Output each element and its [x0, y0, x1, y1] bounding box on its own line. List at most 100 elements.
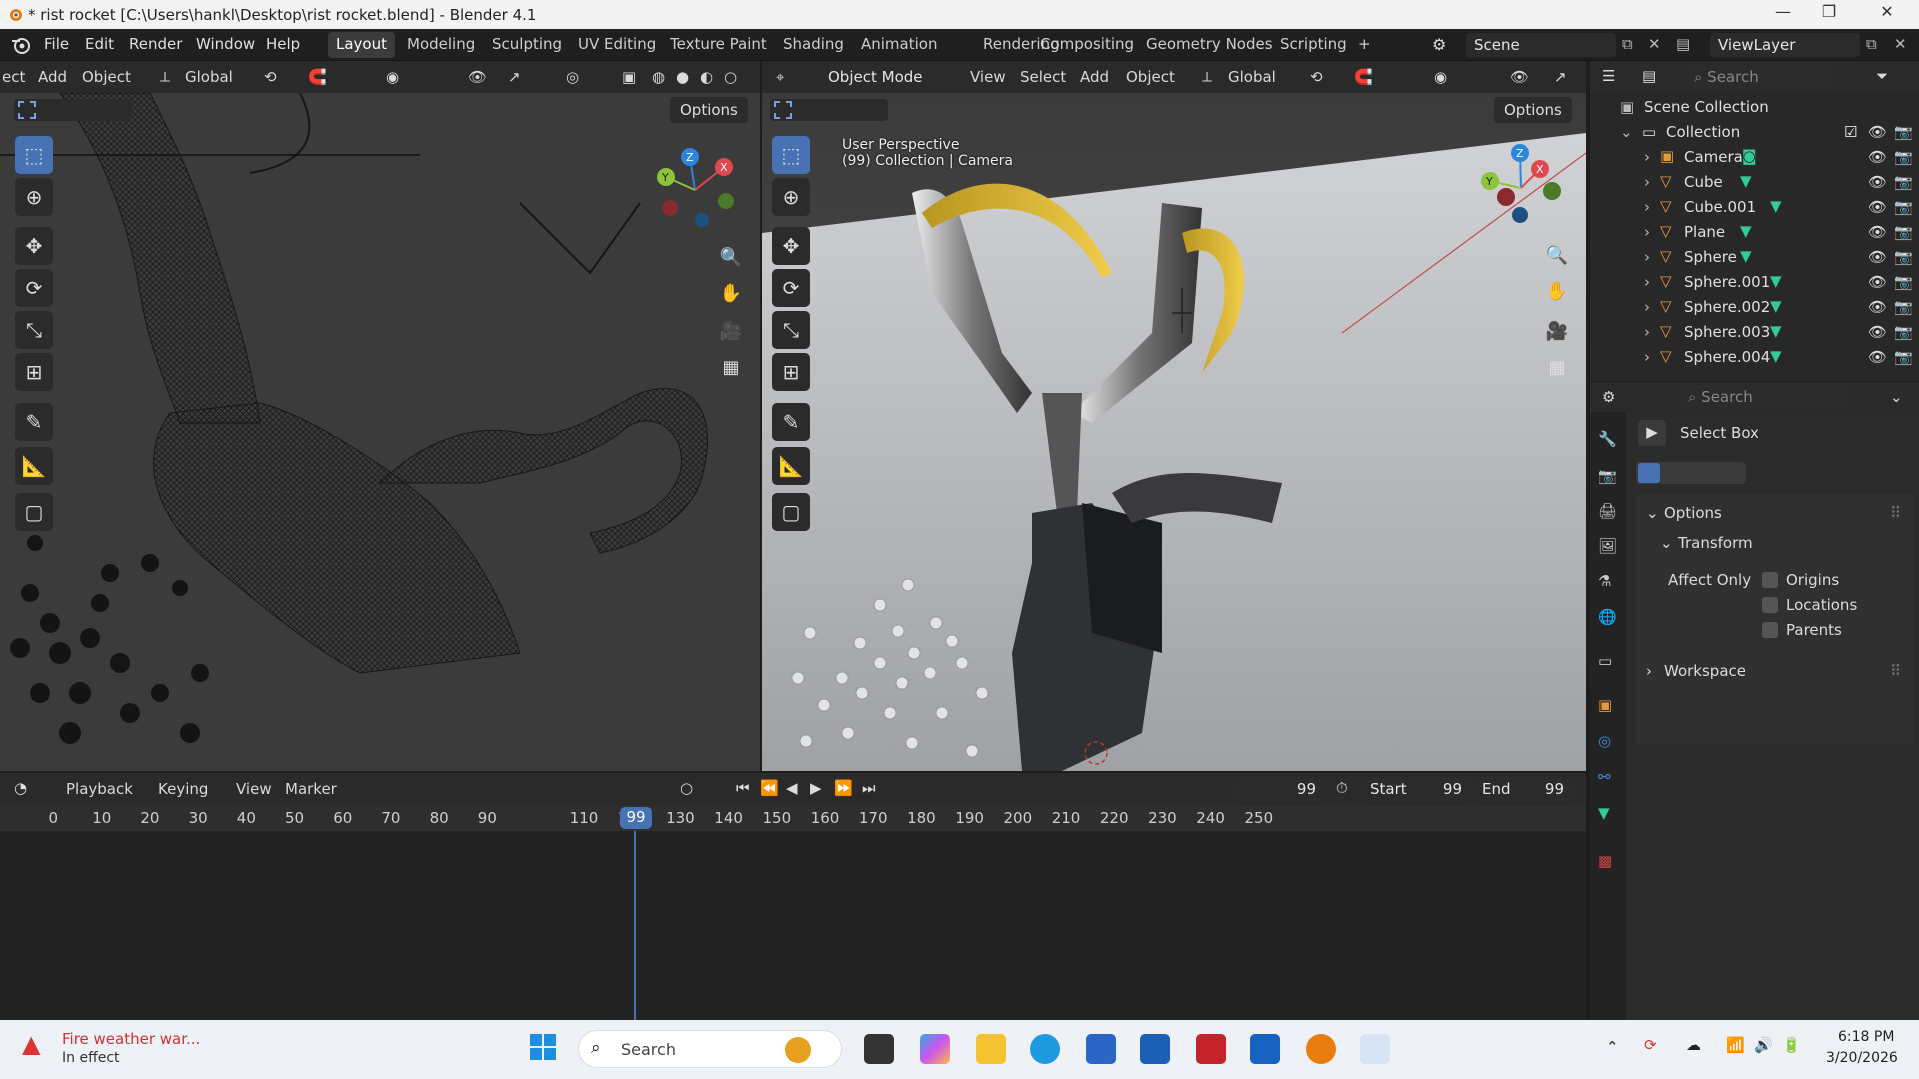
data-tab-icon[interactable]: ▼	[1598, 804, 1610, 822]
visibility-eye-icon[interactable]: 👁	[1868, 148, 1887, 166]
orientation-icon-left[interactable]: ⟂	[160, 68, 170, 86]
overlay-icon-left[interactable]: ◎	[566, 68, 579, 86]
tool-select-box-left[interactable]: ⬚	[15, 136, 53, 174]
properties-search-input[interactable]: ⌕ Search	[1680, 385, 1850, 409]
pivot-icon-left[interactable]: ⟲	[264, 68, 277, 86]
security-app-icon[interactable]	[1140, 1034, 1170, 1064]
tab-animation[interactable]: Animation	[853, 32, 945, 58]
tab-geometry-nodes[interactable]: Geometry Nodes	[1138, 32, 1281, 58]
pan-hand-icon-left[interactable]: ✋	[715, 277, 747, 309]
camera-view-icon[interactable]: 🎥	[1541, 315, 1573, 347]
physics-tab-icon[interactable]: ◎	[1598, 732, 1611, 750]
collapse-arrow-icon[interactable]: ⌄	[1620, 123, 1633, 141]
tool-annotate[interactable]: ✎	[772, 403, 810, 441]
visibility-eye-icon[interactable]: 👁	[1868, 298, 1887, 316]
timeline-editor-icon[interactable]: ◔	[14, 779, 27, 797]
tool-cursor[interactable]: ⊕	[772, 178, 810, 216]
add-workspace-button[interactable]: +	[1350, 32, 1379, 58]
render-camera-icon[interactable]: 📷	[1894, 348, 1913, 366]
expand-arrow-icon[interactable]: ›	[1644, 198, 1650, 216]
play-reverse-icon[interactable]: ◀	[786, 779, 798, 797]
visibility-eye-icon[interactable]: 👁	[1868, 198, 1887, 216]
mesh-data-icon[interactable]: ▼	[1740, 247, 1752, 265]
jump-start-icon[interactable]: ⏮	[736, 779, 750, 797]
expand-arrow-icon[interactable]: ›	[1644, 223, 1650, 241]
orientation-icon-right[interactable]: ⟂	[1202, 68, 1212, 86]
clock-date[interactable]: 3/20/2026	[1826, 1050, 1898, 1066]
proportional-edit-icon-right[interactable]: ◉	[1434, 68, 1447, 86]
menu-file[interactable]: File	[44, 35, 69, 53]
volume-icon[interactable]: 🔊	[1754, 1036, 1773, 1054]
proportional-edit-icon-left[interactable]: ◉	[386, 68, 399, 86]
outliner-item[interactable]: › ▽ Cube ▼ 👁 📷	[1590, 170, 1919, 195]
new-scene-icon[interactable]: ⧉	[1622, 35, 1633, 53]
tool-select-box[interactable]: ⬚	[772, 136, 810, 174]
gizmo-toggle-icon-left[interactable]: ↗	[508, 68, 521, 86]
view-layer-icon[interactable]: ▤	[1676, 35, 1690, 53]
tool-transform[interactable]: ⊞	[772, 353, 810, 391]
visibility-eye-icon[interactable]: 👁	[1868, 348, 1887, 366]
tab-layout[interactable]: Layout	[328, 32, 395, 58]
options-drag-icon[interactable]: ⠿	[1890, 504, 1901, 522]
mesh-data-icon[interactable]: ▼	[1740, 172, 1752, 190]
expand-arrow-icon[interactable]: ›	[1644, 273, 1650, 291]
texture-tab-icon[interactable]: ▩	[1598, 852, 1612, 870]
mesh-data-icon[interactable]: ▼	[1770, 272, 1782, 290]
close-button[interactable]: ✕	[1864, 2, 1910, 26]
editor-type-icon[interactable]: ⌖	[776, 68, 784, 86]
output-tab-icon[interactable]: 🖨	[1598, 502, 1617, 520]
menu-object[interactable]: Object	[1126, 68, 1175, 86]
tool-rotate[interactable]: ⟳	[772, 269, 810, 307]
tab-texture-paint[interactable]: Texture Paint	[662, 32, 775, 58]
scene-tab-icon[interactable]: ⚗	[1598, 572, 1611, 590]
render-camera-icon[interactable]: 📷	[1894, 173, 1913, 191]
menu-add-left[interactable]: Add	[38, 68, 67, 86]
menu-marker[interactable]: Marker	[285, 780, 337, 798]
options-expand-icon[interactable]: ⌄	[1646, 504, 1659, 522]
tool-measure[interactable]: 📐	[772, 447, 810, 485]
properties-dropdown-icon[interactable]: ⌄	[1890, 388, 1903, 406]
display-mode-icon[interactable]: ▤	[1642, 67, 1656, 85]
viewport-wireframe[interactable]: ect Add Object ⟂ Global ⟲ 🧲 ◉ 👁 ↗ ◎ ▣ ◍ …	[0, 61, 760, 771]
maximize-button[interactable]: ❐	[1806, 2, 1852, 26]
pivot-icon-right[interactable]: ⟲	[1310, 68, 1323, 86]
pan-hand-icon[interactable]: ✋	[1541, 275, 1573, 307]
orientation-dropdown-right[interactable]: Global	[1228, 68, 1276, 86]
menu-add[interactable]: Add	[1080, 68, 1109, 86]
collection-visibility-icon[interactable]: 👁	[1868, 123, 1887, 141]
remove-view-layer-icon[interactable]: ✕	[1894, 35, 1907, 53]
menu-select[interactable]: Select	[1020, 68, 1066, 86]
shading-rendered-icon[interactable]: ○	[724, 68, 737, 86]
zoom-icon-left[interactable]: 🔍	[715, 241, 747, 273]
scene-selector-icon[interactable]: ⚙	[1432, 35, 1446, 54]
collection-render-icon[interactable]: 📷	[1894, 123, 1913, 141]
tool-move[interactable]: ✥	[772, 227, 810, 265]
start-frame-field[interactable]: Start 99	[1362, 777, 1472, 801]
scene-field[interactable]: Scene	[1466, 33, 1616, 57]
menu-help[interactable]: Help	[266, 35, 300, 53]
workspace-header[interactable]: Workspace	[1664, 662, 1746, 680]
outliner-item[interactable]: › ▽ Plane ▼ 👁 📷	[1590, 220, 1919, 245]
ortho-grid-icon[interactable]: ▦	[1541, 351, 1573, 383]
locations-checkbox[interactable]	[1762, 597, 1778, 613]
select-new-icon[interactable]	[18, 101, 36, 119]
battery-icon[interactable]: 🔋	[1782, 1036, 1801, 1054]
workspace-drag-icon[interactable]: ⠿	[1890, 662, 1901, 680]
shading-solid-icon[interactable]: ●	[676, 68, 689, 86]
collection-row[interactable]: ⌄ ▭ Collection ☑ 👁 📷	[1590, 120, 1919, 145]
copilot-icon[interactable]	[920, 1034, 950, 1064]
parents-checkbox[interactable]	[1762, 622, 1778, 638]
tool-tab-icon[interactable]: 🔧	[1598, 430, 1617, 448]
object-tab-icon[interactable]: ▣	[1598, 696, 1612, 714]
constraints-tab-icon[interactable]: ⚯	[1598, 768, 1611, 786]
blender-menu-icon[interactable]	[10, 35, 32, 55]
visibility-eye-icon[interactable]: 👁	[1868, 323, 1887, 341]
select-new-icon-right[interactable]	[774, 101, 792, 119]
play-icon[interactable]: ▶	[810, 779, 822, 797]
visibility-icon-right[interactable]: 👁	[1510, 68, 1529, 86]
render-camera-icon[interactable]: 📷	[1894, 323, 1913, 341]
selection-mode-buttons-right[interactable]	[770, 99, 888, 121]
clock-time[interactable]: 6:18 PM	[1838, 1029, 1894, 1045]
tab-sculpting[interactable]: Sculpting	[484, 32, 570, 58]
options-button-left[interactable]: Options	[670, 97, 748, 123]
